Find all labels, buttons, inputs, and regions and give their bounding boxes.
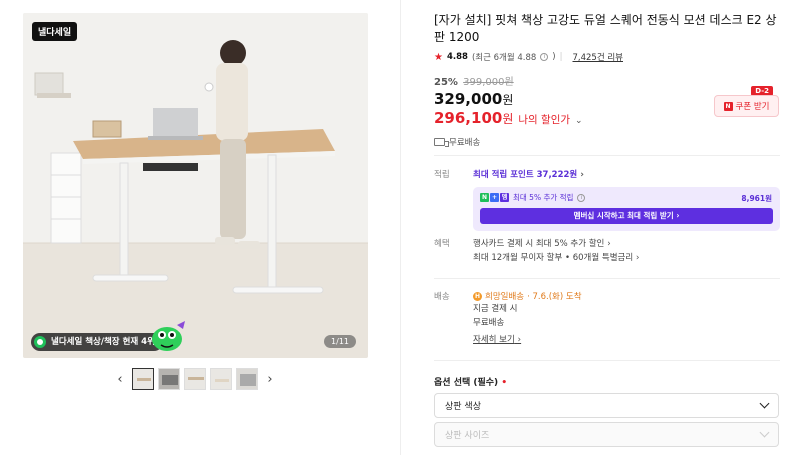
product-page: 낼다세일 낼다세일 책상/책장 현재 4위 1/11 ‹ › [자가 설치] 핏… <box>0 0 800 455</box>
chevron-down-icon <box>759 398 770 409</box>
hope-delivery-label: 희망일배송 <box>485 292 525 302</box>
naver-badge-icon <box>34 336 46 348</box>
star-icon: ★ <box>434 51 443 63</box>
delivery-section: 배송 H 희망일배송 · 7.6.(화) 도착 지금 결제 시 무료배송 자세히… <box>434 290 780 350</box>
hope-delivery-icon: H <box>473 291 482 301</box>
top-size-select-label: 상판 사이즈 <box>445 431 490 441</box>
my-price-unit: 원 <box>502 112 514 126</box>
chevron-right-icon: › <box>517 335 522 345</box>
option-title: 옵션 선택 (필수) • <box>434 375 507 388</box>
required-mark: • <box>501 378 508 388</box>
membership-points-box: N + 멤 최대 5% 추가 적립 i 8,961원 멤버십 시작하고 최대 적립 … <box>473 187 780 231</box>
top-size-select[interactable]: 상판 사이즈 <box>434 422 779 447</box>
product-info: [자가 설치] 핏쳐 책상 고강도 듀얼 스퀘어 전동식 모션 데스크 E2 상… <box>434 12 780 148</box>
option-title-text: 옵션 선택 (필수) <box>434 378 499 388</box>
points-label: 적립 <box>434 170 450 180</box>
delivery-detail-link[interactable]: 자세히 보기 › <box>473 333 521 345</box>
my-discount-price: 296,100원 <box>434 109 513 127</box>
section-divider <box>434 155 780 156</box>
my-price-label: 나의 할인가 <box>518 114 571 126</box>
delivery-line-2: 무료배송 <box>473 318 505 328</box>
top-color-select-label: 상판 색상 <box>445 402 481 412</box>
max-points-text: 최대 적립 포인트 37,222원 <box>473 170 578 180</box>
delivery-label: 배송 <box>434 292 450 302</box>
thumbnail-1[interactable] <box>132 368 154 390</box>
section-divider <box>434 278 780 279</box>
thumb-prev-button[interactable]: ‹ <box>112 368 128 390</box>
thumbnail-strip: ‹ › <box>112 366 278 392</box>
original-price: 399,000원 <box>463 77 514 88</box>
hope-delivery-date: · 7.6.(화) 도착 <box>527 292 582 302</box>
chevron-right-icon: › <box>607 239 611 249</box>
membership-button-label: 멤버십 시작하고 최대 적립 받기 <box>573 211 674 220</box>
review-count-link[interactable]: 7,425건 리뷰 <box>573 51 624 63</box>
chevron-down-icon <box>759 427 770 438</box>
info-icon[interactable]: i <box>577 193 586 202</box>
ranking-text: 낼다세일 책상/책장 현재 4위 <box>51 337 155 347</box>
coupon-button[interactable]: N 쿠폰 받기 <box>714 95 779 117</box>
thumbnail-3[interactable] <box>184 368 206 390</box>
installment-text: 최대 12개월 무이자 할부 • 60개월 특별금리 <box>473 253 634 263</box>
coupon-label: 쿠폰 받기 <box>735 102 770 112</box>
thumb-next-button[interactable]: › <box>262 368 278 390</box>
extra-points-amount: 8,961원 <box>741 194 772 203</box>
sale-price-number: 329,000 <box>434 90 503 108</box>
top-color-select[interactable]: 상판 색상 <box>434 393 779 418</box>
info-icon[interactable]: i <box>540 53 549 61</box>
shipping-row: 무료배송 <box>434 136 780 148</box>
benefits-label: 혜택 <box>434 239 450 249</box>
thumbnail-4[interactable] <box>210 368 232 390</box>
card-discount-text: 행사카드 결제 시 최대 5% 추가 할인 <box>473 239 605 249</box>
product-title: [자가 설치] 핏쳐 책상 고강도 듀얼 스퀘어 전동식 모션 데스크 E2 상… <box>434 13 777 44</box>
product-main-image[interactable]: 낼다세일 낼다세일 책상/책장 현재 4위 1/11 <box>23 13 368 358</box>
product-photo <box>23 13 368 358</box>
recent-rating: (최근 6개월 4.88 <box>471 53 537 63</box>
column-divider <box>400 0 401 455</box>
installment-link[interactable]: 최대 12개월 무이자 할부 • 60개월 특별금리 › <box>473 251 780 265</box>
benefits-section: 혜택 행사카드 결제 시 최대 5% 추가 할인 › 최대 12개월 무이자 할… <box>434 237 780 267</box>
recent-rating-close: ) <box>552 52 556 62</box>
points-section: 적립 최대 적립 포인트 37,222원 › N + 멤 최대 5% 추가 적립 i… <box>434 168 780 231</box>
rating-score: 4.88 <box>446 52 468 62</box>
coupon-widget: D-2 N 쿠폰 받기 <box>714 86 779 117</box>
naver-plus-icon: N + 멤 <box>480 193 509 202</box>
thumbnail-5[interactable] <box>236 368 258 390</box>
my-price-number: 296,100 <box>434 109 503 127</box>
sale-logo: 낼다세일 <box>32 22 78 41</box>
ranking-badge[interactable]: 낼다세일 책상/책장 현재 4위 <box>31 333 163 351</box>
sale-price-unit: 원 <box>502 93 514 107</box>
max-points-link[interactable]: 최대 적립 포인트 37,222원 › <box>473 168 780 180</box>
rating-row: ★ 4.88 (최근 6개월 4.88 i) | 7,425건 리뷰 <box>434 51 780 64</box>
delivery-line-1: 지금 결제 시 <box>473 304 518 314</box>
naver-n-icon: N <box>723 101 733 111</box>
image-page-counter: 1/11 <box>324 335 356 348</box>
membership-button[interactable]: 멤버십 시작하고 최대 적립 받기 › <box>480 208 773 224</box>
chevron-right-icon: › <box>580 170 584 180</box>
discount-rate: 25% <box>434 77 458 88</box>
section-divider <box>434 360 780 361</box>
separator: | <box>559 52 563 62</box>
thumbnail-2[interactable] <box>158 368 180 390</box>
chevron-right-icon: › <box>635 253 640 263</box>
hope-delivery-row: H 희망일배송 · 7.6.(화) 도착 <box>473 290 780 302</box>
extra-points-label: 최대 5% 추가 적립 <box>513 193 574 202</box>
delivery-detail-text: 자세히 보기 <box>473 335 515 345</box>
mascot-icon <box>152 321 185 351</box>
chevron-down-icon: ⌄ <box>575 116 583 126</box>
card-discount-link[interactable]: 행사카드 결제 시 최대 5% 추가 할인 › <box>473 237 780 251</box>
shipping-text: 무료배송 <box>449 138 481 148</box>
truck-icon <box>434 138 449 147</box>
